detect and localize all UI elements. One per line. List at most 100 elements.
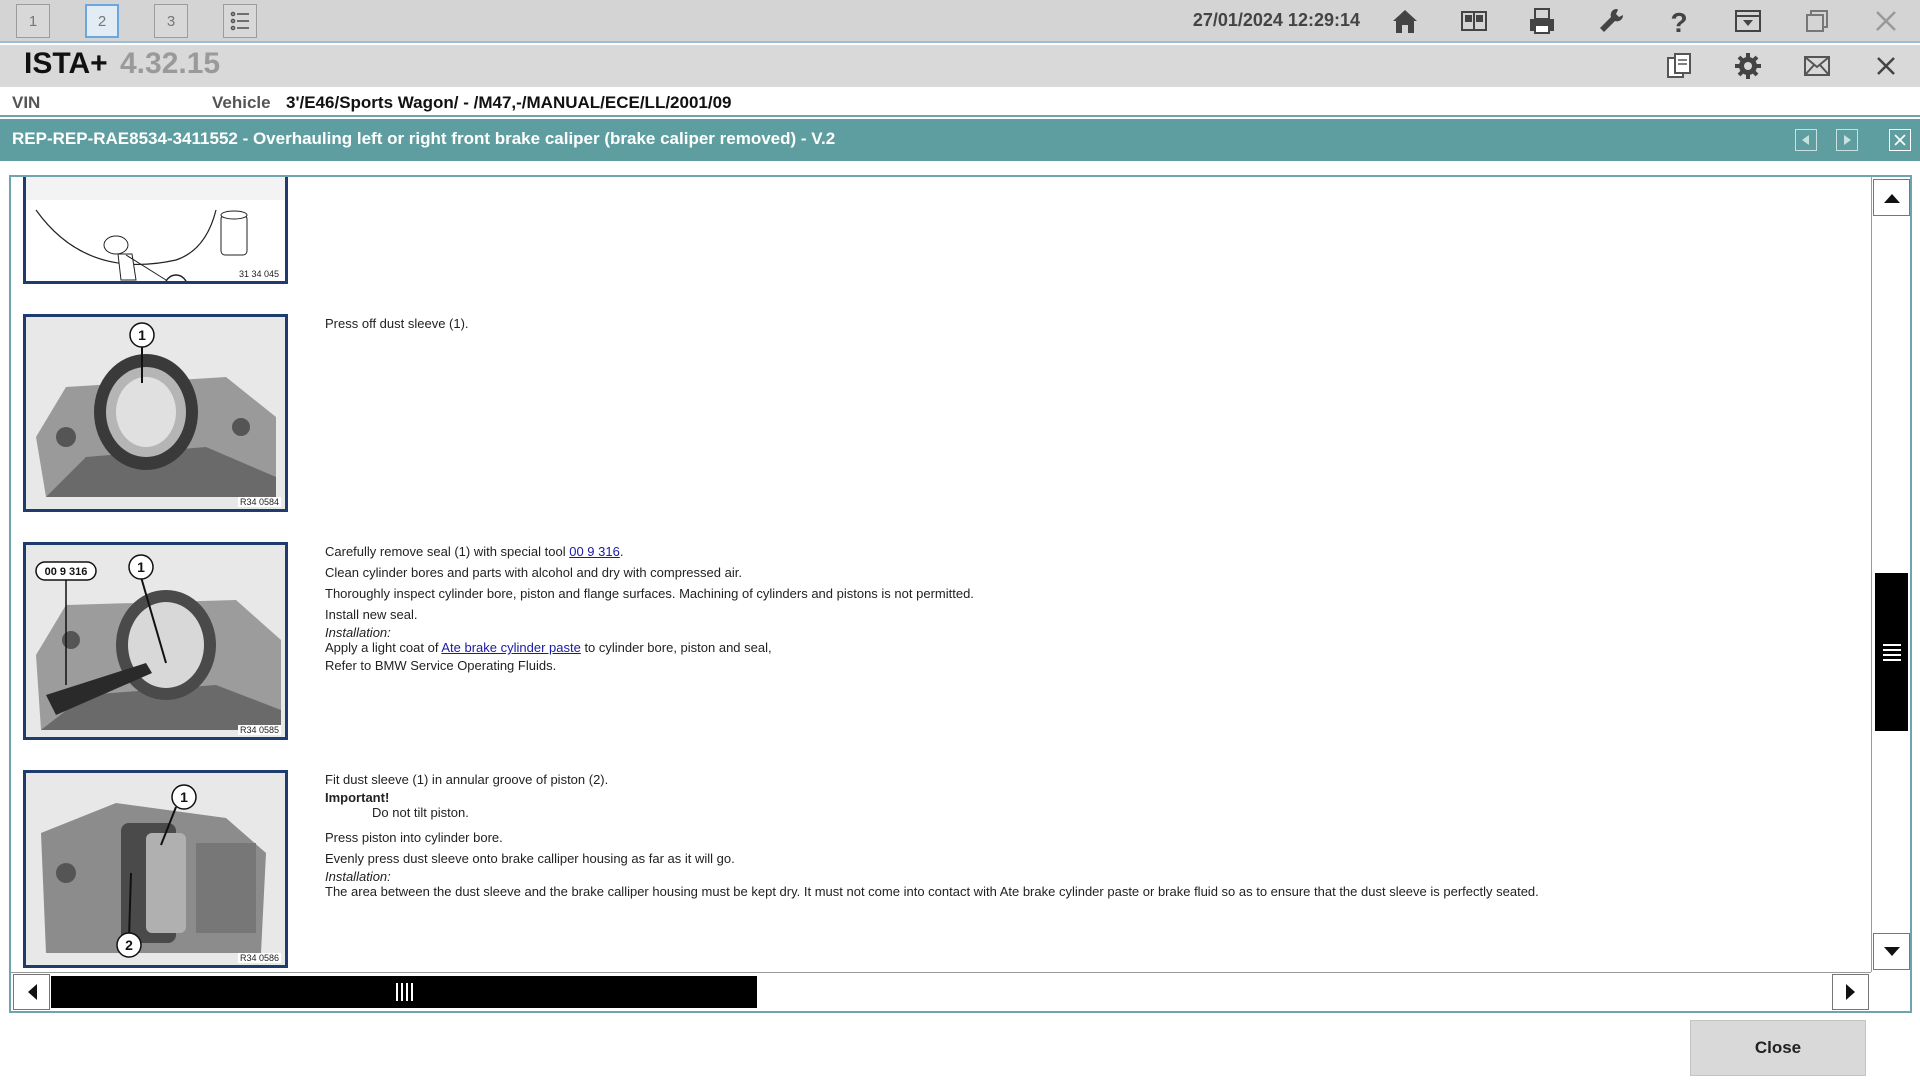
ate-brake-cylinder-paste-link[interactable]: Ate brake cylinder paste (441, 640, 580, 655)
document-title: REP-REP-RAE8534-3411552 - Overhauling le… (12, 129, 836, 148)
close-button[interactable]: Close (1690, 1020, 1866, 1076)
caliper-partial-illustration: 5 (26, 200, 285, 284)
figure-3-callout-1: 1 (180, 789, 188, 805)
restore-window-icon (1806, 10, 1828, 32)
arrow-right-icon (1845, 984, 1855, 1000)
tab-2-label: 2 (97, 12, 107, 30)
tab-1-button[interactable]: 1 (16, 4, 50, 38)
app-version: 4.32.15 (120, 47, 221, 80)
previous-document-button[interactable] (1795, 129, 1817, 151)
step-3-installation-label: Installation: (325, 869, 391, 884)
scroll-left-button[interactable] (13, 974, 50, 1010)
step-2-line-5: Apply a light coat of Ate brake cylinder… (325, 640, 974, 655)
step-3-line-4: The area between the dust sleeve and the… (325, 884, 1539, 899)
app-bar: ISTA+ 4.32.15 (0, 45, 1920, 87)
figure-code: 31 34 045 (236, 269, 281, 279)
figure-code: R34 0585 (237, 725, 281, 735)
figure-31-34-045: 5 31 34 045 (23, 177, 288, 284)
document-header: REP-REP-RAE8534-3411552 - Overhauling le… (0, 119, 1920, 161)
arrow-left-icon (27, 984, 37, 1000)
scroll-right-button[interactable] (1832, 974, 1869, 1010)
print-button[interactable] (1524, 3, 1560, 39)
home-button[interactable] (1387, 3, 1423, 39)
restore-window-button[interactable] (1799, 3, 1835, 39)
important-text: Do not tilt piston. (372, 805, 469, 820)
close-app-button[interactable] (1868, 48, 1904, 84)
caliper-piston-photo: 1 2 (26, 773, 285, 965)
figure-2-tool-tag: 00 9 316 (45, 566, 88, 578)
figure-2-callout: 1 (137, 559, 145, 575)
vehicle-bar: VIN Vehicle 3'/E46/Sports Wagon/ - /M47,… (0, 87, 1920, 117)
tab-3-label: 3 (166, 12, 176, 30)
vin-label: VIN (12, 93, 41, 112)
horizontal-scroll-thumb[interactable] (51, 976, 757, 1008)
grip-icon (396, 983, 413, 1001)
figure-3-callout-2: 2 (125, 937, 133, 953)
arrow-right-icon (1844, 135, 1851, 145)
print-icon (1530, 8, 1554, 34)
close-icon (1894, 134, 1906, 146)
close-window-button[interactable] (1868, 3, 1904, 39)
next-document-button[interactable] (1836, 129, 1858, 151)
wrench-icon (1600, 8, 1624, 32)
close-icon (1877, 57, 1895, 75)
minimize-menu-button[interactable] (1730, 3, 1766, 39)
important-label: Important! (325, 790, 390, 805)
arrow-left-icon (1802, 135, 1809, 145)
vertical-scrollbar[interactable] (1871, 177, 1910, 972)
document-content: 5 31 34 045 1 R34 0584 1 00 9 316 R34 05… (11, 177, 1871, 972)
arrow-down-icon (1883, 946, 1900, 956)
datetime-display: 27/01/2024 12:29:14 (1192, 10, 1360, 30)
step-1-line-1: Press off dust sleeve (1). (325, 316, 469, 331)
step-2-line-1: Carefully remove seal (1) with special t… (325, 541, 974, 562)
home-icon (1393, 10, 1417, 33)
step-2-line-3: Thoroughly inspect cylinder bore, piston… (325, 586, 974, 601)
svg-text:?: ? (1670, 7, 1687, 37)
step-2-line-4: Install new seal. (325, 607, 418, 622)
figure-r34-0586: 1 2 R34 0586 (23, 770, 288, 968)
list-icon (230, 11, 249, 31)
message-button[interactable] (1799, 48, 1835, 84)
close-document-button[interactable] (1889, 129, 1911, 151)
list-button[interactable] (223, 4, 257, 38)
step-2-line-1-prefix: Carefully remove seal (1) with special t… (325, 544, 570, 559)
figure-code: R34 0586 (237, 953, 281, 963)
step-3-line-3: Evenly press dust sleeve onto brake call… (325, 851, 735, 866)
step-2-line-2: Clean cylinder bores and parts with alco… (325, 565, 742, 580)
horizontal-scrollbar[interactable] (11, 972, 1871, 1011)
arrow-up-icon (1883, 193, 1900, 203)
help-icon: ? (1670, 7, 1687, 37)
caliper-seal-removal-photo: 1 00 9 316 (26, 545, 285, 737)
help-button[interactable]: ? (1661, 3, 1697, 39)
step-2-installation-label: Installation: (325, 625, 391, 640)
figure-0-callout: 5 (172, 278, 180, 284)
figure-code: R34 0584 (237, 497, 281, 507)
service-button[interactable] (1593, 3, 1629, 39)
vehicle-info-button[interactable] (1456, 3, 1492, 39)
step-1-text: Press off dust sleeve (1). (325, 313, 469, 334)
step-2-line-5-suffix: to cylinder bore, piston and seal, (580, 640, 772, 655)
close-icon (1876, 11, 1896, 31)
tab-3-button[interactable]: 3 (154, 4, 188, 38)
vehicle-info-icon (1461, 11, 1487, 31)
tab-2-button[interactable]: 2 (85, 4, 119, 38)
tab-1-label: 1 (28, 12, 38, 30)
figure-r34-0584: 1 R34 0584 (23, 314, 288, 512)
mail-icon (1804, 56, 1830, 76)
vertical-scroll-thumb[interactable] (1875, 573, 1908, 732)
document-frame: 5 31 34 045 1 R34 0584 1 00 9 316 R34 05… (9, 175, 1912, 1013)
special-tool-link[interactable]: 00 9 316 (569, 544, 620, 559)
figure-1-callout: 1 (138, 327, 146, 343)
settings-button[interactable] (1730, 48, 1766, 84)
top-toolbar: 1 2 3 27/01/2024 12:29:14 ? (0, 0, 1920, 43)
documents-button[interactable] (1661, 48, 1697, 84)
step-2-text: Carefully remove seal (1) with special t… (325, 541, 974, 676)
step-3-line-2: Press piston into cylinder bore. (325, 830, 503, 845)
step-2-line-6: Refer to BMW Service Operating Fluids. (325, 658, 557, 673)
step-3-line-1: Fit dust sleeve (1) in annular groove of… (325, 772, 609, 787)
documents-icon (1667, 53, 1691, 78)
scroll-down-button[interactable] (1873, 933, 1910, 970)
figure-r34-0585: 1 00 9 316 R34 0585 (23, 542, 288, 740)
caliper-dust-sleeve-photo: 1 (26, 317, 285, 509)
scroll-up-button[interactable] (1873, 179, 1910, 216)
